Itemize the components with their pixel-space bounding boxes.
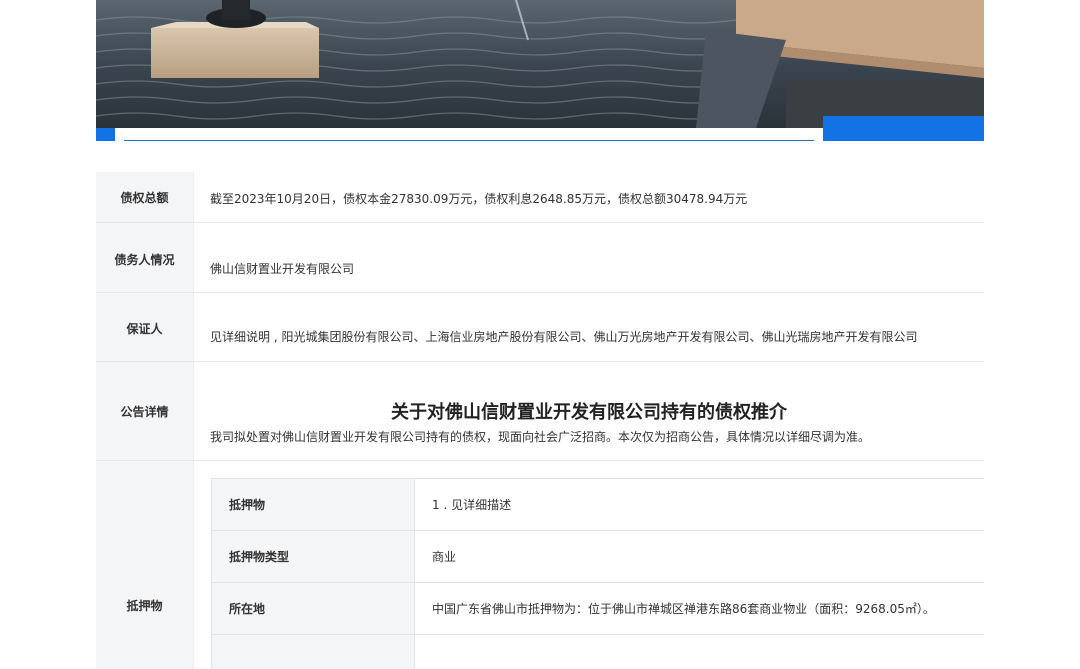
sub-label-collateral-type: 抵押物类型 [212, 531, 415, 582]
row-collateral: 抵押物 抵押物 1 . 见详细描述 抵押物类型 商业 所在地 中国广东省佛山市抵… [96, 461, 984, 669]
sub-value-location: 中国广东省佛山市抵押物为：位于佛山市禅城区禅港东路86套商业物业（面积：9268… [432, 602, 935, 616]
sub-row-location: 所在地 中国广东省佛山市抵押物为：位于佛山市禅城区禅港东路86套商业物业（面积：… [212, 583, 984, 635]
banner-image [96, 0, 984, 128]
accent-block-left [96, 128, 115, 141]
debt-info-table: 债权总额 截至2023年10月20日，债权本金27830.09万元，债权利息26… [96, 172, 984, 669]
value-guarantor: 见详细说明 , 阳光城集团股份有限公司、上海信业房地产股份有限公司、佛山万光房地… [210, 330, 918, 344]
sub-label-collateral-item: 抵押物 [212, 479, 415, 530]
sub-row-next [212, 635, 984, 669]
label-debt-total: 债权总额 [96, 172, 194, 222]
collateral-sub-table: 抵押物 1 . 见详细描述 抵押物类型 商业 所在地 中国广东省佛山市抵押物为：… [211, 478, 984, 669]
value-debtor: 佛山信财置业开发有限公司 [210, 262, 355, 276]
sub-label-next [212, 635, 415, 669]
sub-label-location: 所在地 [212, 583, 415, 634]
row-debtor: 债务人情况 佛山信财置业开发有限公司 [96, 223, 984, 293]
sub-value-collateral-item: 1 . 见详细描述 [432, 498, 512, 512]
accent-block-right [823, 116, 984, 141]
label-collateral: 抵押物 [96, 461, 194, 669]
sub-row-collateral-item: 抵押物 1 . 见详细描述 [212, 479, 984, 531]
sub-row-collateral-type: 抵押物类型 商业 [212, 531, 984, 583]
label-debtor: 债务人情况 [96, 223, 194, 292]
label-guarantor: 保证人 [96, 293, 194, 361]
notice-body: 我司拟处置对佛山信财置业开发有限公司持有的债权，现面向社会广泛招商。本次仅为招商… [210, 430, 871, 444]
value-debt-total: 截至2023年10月20日，债权本金27830.09万元，债权利息2648.85… [210, 191, 748, 206]
notice-title: 关于对佛山信财置业开发有限公司持有的债权推介 [391, 402, 787, 423]
row-notice: 公告详情 关于对佛山信财置业开发有限公司持有的债权推介 我司拟处置对佛山信财置业… [96, 362, 984, 461]
accent-divider-line [124, 140, 814, 141]
label-notice: 公告详情 [96, 362, 194, 460]
sub-value-collateral-type: 商业 [432, 550, 457, 564]
page: 债权总额 截至2023年10月20日，债权本金27830.09万元，债权利息26… [0, 0, 1080, 669]
collateral-content: 抵押物 1 . 见详细描述 抵押物类型 商业 所在地 中国广东省佛山市抵押物为：… [194, 461, 984, 669]
row-debt-total: 债权总额 截至2023年10月20日，债权本金27830.09万元，债权利息26… [96, 172, 984, 223]
sub-value-next [415, 635, 984, 669]
banner-accent-strip [96, 116, 984, 142]
notice-content: 关于对佛山信财置业开发有限公司持有的债权推介 我司拟处置对佛山信财置业开发有限公… [194, 362, 984, 460]
row-guarantor: 保证人 见详细说明 , 阳光城集团股份有限公司、上海信业房地产股份有限公司、佛山… [96, 293, 984, 362]
